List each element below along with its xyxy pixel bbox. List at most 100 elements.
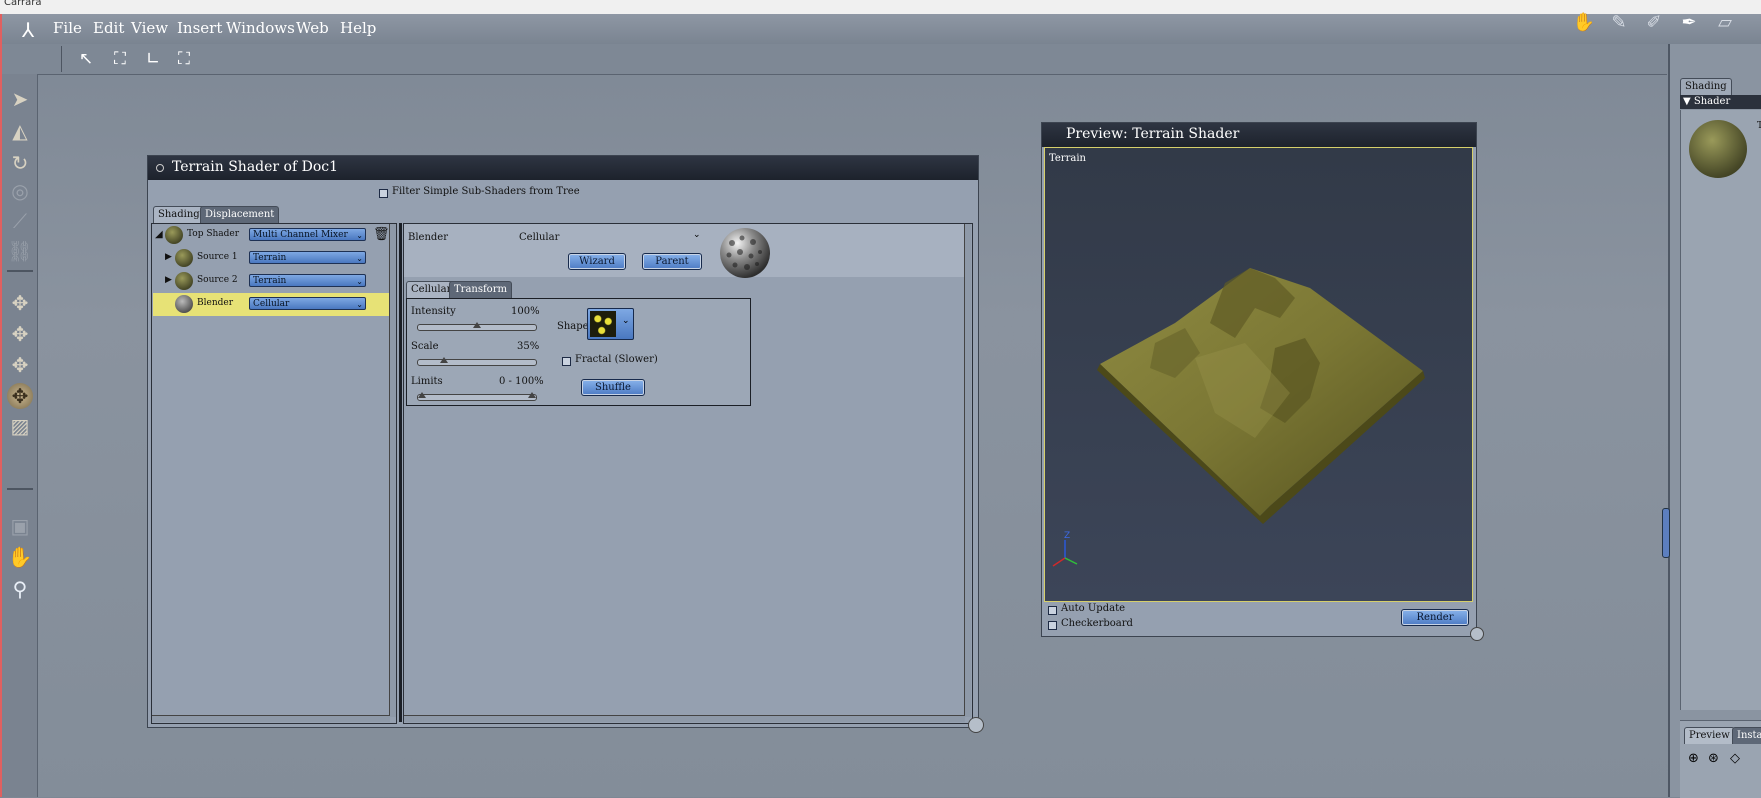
cube-view-icon[interactable]: ◇	[1730, 751, 1740, 766]
dolly-icon[interactable]: ✥	[7, 352, 33, 378]
top-shader-dropdown[interactable]: Multi Channel Mixer ⌄	[249, 228, 366, 241]
hand-icon[interactable]: ✋	[7, 544, 33, 570]
intensity-value: 100%	[511, 306, 540, 317]
slider-thumb[interactable]	[473, 322, 481, 328]
tab-right-instances[interactable]: Instance	[1732, 727, 1761, 744]
rotate-tool-icon[interactable]: ↻	[7, 150, 33, 176]
menu-edit[interactable]: Edit	[93, 19, 124, 37]
chain-tool-icon[interactable]: ⛓	[7, 238, 33, 264]
menu-view[interactable]: View	[131, 19, 168, 37]
fractal-checkbox[interactable]	[562, 357, 571, 366]
app-title: Carrara	[4, 0, 42, 8]
trash-icon[interactable]: 🗑	[373, 227, 390, 242]
select-arrow-icon[interactable]: ↖	[75, 48, 97, 70]
slider-thumb[interactable]	[440, 357, 448, 363]
tab-right-preview[interactable]: Preview	[1684, 727, 1735, 744]
title-bar: Carrara	[0, 0, 1761, 14]
window-close-icon[interactable]	[156, 164, 164, 172]
shader-ball-icon	[175, 249, 193, 267]
pan-icon[interactable]: ✥	[7, 321, 33, 347]
wizard-button[interactable]: Wizard	[568, 253, 626, 270]
intensity-slider[interactable]	[417, 322, 537, 331]
select-tool-icon[interactable]: ➤	[7, 86, 33, 112]
pane-splitter[interactable]	[399, 223, 402, 722]
frame-icon[interactable]: ⛶	[109, 48, 131, 70]
shape-picker[interactable]: ⌄	[587, 308, 634, 340]
scale-tool-icon[interactable]: ◎	[7, 178, 33, 204]
app-logo-icon[interactable]: ⅄	[22, 18, 44, 42]
bounding-box-icon[interactable]: ⛶	[173, 48, 195, 70]
tree-row-blender[interactable]: Blender Cellular ⌄	[153, 293, 393, 316]
tree-row-source-1[interactable]: ▶ Source 1 Terrain ⌄	[153, 247, 393, 270]
source-1-dropdown[interactable]: Terrain ⌄	[249, 251, 366, 264]
tab-displacement[interactable]: Displacement	[200, 206, 280, 223]
collapse-triangle-icon: ▼	[1683, 96, 1691, 107]
room-render-icon[interactable]: ▱	[1711, 12, 1739, 34]
checkerboard-label: Checkerboard	[1061, 618, 1133, 629]
axis-y-line	[1064, 557, 1078, 565]
preview-viewport[interactable]: Terrain Z	[1044, 147, 1473, 602]
auto-update-checkbox[interactable]	[1048, 606, 1057, 615]
menu-file[interactable]: File	[53, 19, 82, 37]
pan-view-icon[interactable]: ⊕	[1688, 751, 1699, 766]
tab-right-shading[interactable]: Shading	[1680, 78, 1732, 95]
chevron-down-icon: ⌄	[356, 254, 363, 263]
expand-arrow-icon[interactable]: ◢	[155, 229, 163, 240]
room-texture-icon[interactable]: ✒	[1675, 12, 1703, 34]
shader-section-header[interactable]: ▼ Shader	[1680, 95, 1761, 109]
room-storyboard-icon[interactable]: ✐	[1640, 12, 1668, 34]
chevron-down-icon[interactable]: ⌄	[693, 230, 701, 240]
tree-row-top-shader[interactable]: ◢ Top Shader Multi Channel Mixer ⌄ 🗑	[153, 224, 393, 247]
tab-shading[interactable]: Shading	[153, 206, 205, 223]
menu-insert[interactable]: Insert	[177, 19, 222, 37]
resize-handle-icon[interactable]	[968, 717, 984, 733]
tree-horizontal-scrollbar[interactable]	[152, 715, 390, 722]
resize-handle-icon[interactable]	[1470, 627, 1484, 641]
source-2-dropdown[interactable]: Terrain ⌄	[249, 274, 366, 287]
link-tool-icon[interactable]: ⟋	[7, 208, 33, 234]
tree-vertical-scrollbar[interactable]	[389, 224, 396, 717]
render-button[interactable]: Render	[1401, 609, 1469, 626]
tab-transform[interactable]: Transform	[449, 281, 512, 298]
tree-row-source-2[interactable]: ▶ Source 2 Terrain ⌄	[153, 270, 393, 293]
orbit-icon[interactable]: ✥	[7, 383, 33, 409]
editor-vertical-scrollbar[interactable]	[964, 224, 971, 717]
cellular-params-box: Intensity 100% Scale 35% Limits 0 - 100%…	[406, 298, 751, 406]
shuffle-button[interactable]: Shuffle	[581, 379, 645, 396]
parent-button[interactable]: Parent	[642, 253, 702, 270]
filter-label: Filter Simple Sub-Shaders from Tree	[392, 186, 580, 197]
scale-slider[interactable]	[417, 357, 537, 366]
limits-value: 0 - 100%	[499, 376, 544, 387]
tool-sidebar: ➤ ◭ ↻ ◎ ⟋ ⛓ ✥ ✥ ✥ ✥ ▨ ▣ ✋ ⚲	[2, 74, 38, 797]
editor-type-value[interactable]: Cellular	[519, 232, 559, 243]
cellular-preview-sphere	[720, 228, 770, 278]
menu-web[interactable]: Web	[296, 19, 329, 37]
menu-windows[interactable]: Windows	[226, 19, 295, 37]
room-assemble-icon[interactable]: ✋	[1570, 12, 1598, 34]
orbit-view-icon[interactable]: ⊛	[1708, 751, 1719, 766]
camera-icon[interactable]: ▣	[7, 513, 33, 539]
terrain-shader-thumbnail[interactable]	[1689, 120, 1747, 178]
blender-dropdown[interactable]: Cellular ⌄	[249, 297, 366, 310]
menu-help[interactable]: Help	[340, 19, 376, 37]
editor-horizontal-scrollbar[interactable]	[404, 715, 965, 722]
slider-thumb-low[interactable]	[418, 392, 426, 398]
room-model-icon[interactable]: ✎	[1605, 12, 1633, 34]
move-hand-icon[interactable]: ✥	[7, 290, 33, 316]
axis-x-line	[1052, 557, 1066, 567]
move-tool-icon[interactable]: ◭	[7, 118, 33, 144]
expand-arrow-icon[interactable]: ▶	[165, 275, 172, 285]
shader-window-title: Terrain Shader of Doc1	[172, 159, 339, 175]
limits-slider[interactable]	[417, 392, 537, 401]
expand-arrow-icon[interactable]: ▶	[165, 252, 172, 262]
corner-icon[interactable]: ∟	[142, 48, 164, 70]
checkerboard-checkbox[interactable]	[1048, 621, 1057, 630]
texture-map-icon[interactable]: ▨	[7, 413, 33, 439]
zoom-icon[interactable]: ⚲	[7, 576, 33, 602]
filter-checkbox[interactable]	[379, 189, 388, 198]
slider-thumb-high[interactable]	[528, 392, 536, 398]
preview-window-titlebar[interactable]: Preview: Terrain Shader	[1042, 123, 1476, 147]
shader-window-titlebar[interactable]: Terrain Shader of Doc1	[148, 156, 978, 180]
sidebar-separator	[7, 270, 33, 272]
panel-collapse-handle[interactable]	[1662, 508, 1670, 558]
